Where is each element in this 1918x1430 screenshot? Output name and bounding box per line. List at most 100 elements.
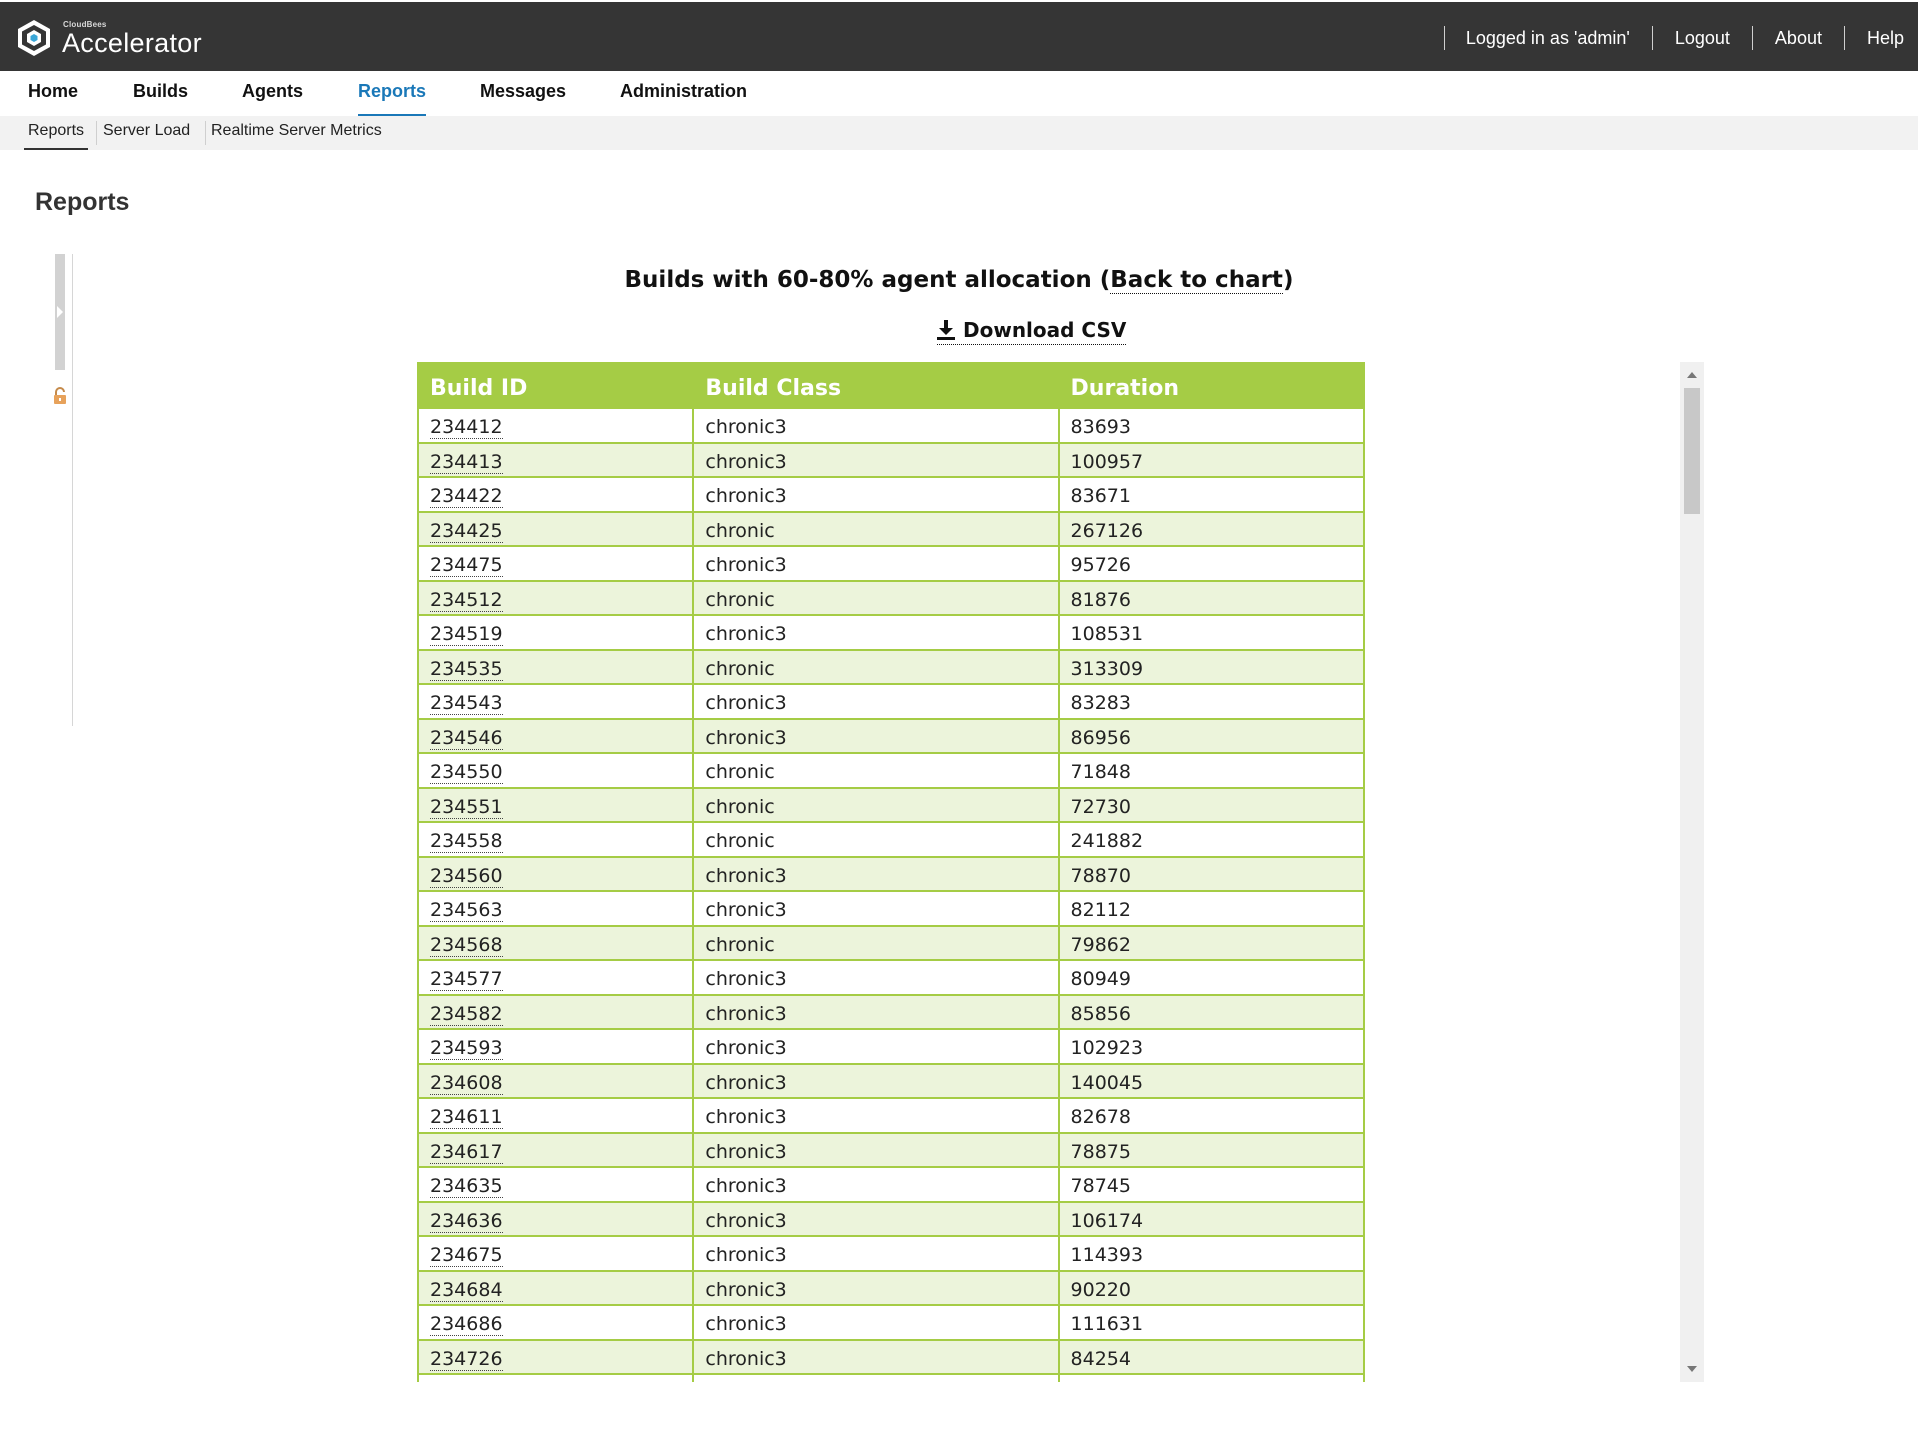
duration-cell: 111631 (1057, 1305, 1366, 1341)
build-id-cell: 234611 (416, 1098, 695, 1134)
nav-reports[interactable]: Reports (358, 71, 427, 116)
table-row: 234636 chronic3 106174 (416, 1201, 1366, 1237)
build-id-link[interactable]: 234684 (430, 1278, 503, 1302)
scroll-up-arrow-icon[interactable] (1687, 372, 1697, 378)
build-id-cell: 234412 (416, 408, 695, 444)
build-id-link[interactable]: 234422 (430, 485, 503, 509)
build-id-cell: 234636 (416, 1201, 695, 1237)
about-link[interactable]: About (1751, 25, 1844, 50)
build-class-cell: chronic (692, 787, 1060, 823)
download-icon (937, 319, 955, 340)
build-id-link[interactable]: 234425 (430, 519, 503, 543)
build-id-link[interactable]: 234413 (430, 450, 503, 474)
build-id-link[interactable]: 234636 (430, 1209, 503, 1233)
column-header-build-id[interactable]: Build ID (416, 362, 694, 409)
unlocked-lock-icon[interactable] (53, 387, 67, 405)
table-row: 234546 chronic3 86956 (416, 718, 1366, 754)
build-class-cell: chronic3 (692, 1167, 1060, 1203)
build-id-link[interactable]: 234551 (430, 795, 503, 819)
build-id-cell: 234617 (416, 1132, 695, 1168)
duration-cell: 106174 (1057, 1201, 1366, 1237)
nav-builds[interactable]: Builds (133, 71, 188, 116)
column-header-build-class[interactable]: Build Class (692, 362, 1060, 409)
back-to-chart-link[interactable]: Back to chart (1110, 267, 1283, 294)
subnav-realtime-server-metrics[interactable]: Realtime Server Metrics (207, 116, 386, 150)
help-link[interactable]: Help (1843, 25, 1918, 50)
table-row: 234412 chronic3 83693 (416, 408, 1366, 444)
column-header-duration[interactable]: Duration (1057, 362, 1366, 409)
report-heading-text: Builds with 60-80% agent allocation ( (624, 267, 1111, 293)
build-id-link[interactable]: 234560 (430, 864, 503, 888)
brand-text: CloudBees Accelerator (62, 16, 222, 60)
user-links: Logged in as 'admin' Logout About Help (1443, 2, 1918, 73)
build-id-link[interactable]: 234563 (430, 899, 503, 923)
build-class-cell: chronic3 (692, 1201, 1060, 1237)
duration-cell: 82678 (1057, 1098, 1366, 1134)
subnav-server-load[interactable]: Server Load (99, 116, 194, 150)
download-csv-label: Download CSV (963, 317, 1127, 342)
table-row: 234425 chronic 267126 (416, 511, 1366, 547)
build-id-link[interactable]: 234535 (430, 657, 503, 681)
build-id-link[interactable]: 234726 (430, 1347, 503, 1371)
table-row: 234519 chronic3 108531 (416, 615, 1366, 651)
build-id-link[interactable]: 234475 (430, 554, 503, 578)
build-id-link[interactable]: 234582 (430, 1002, 503, 1026)
build-id-link[interactable]: 234608 (430, 1071, 503, 1095)
build-id-link[interactable]: 234568 (430, 933, 503, 957)
duration-cell: 90220 (1057, 1270, 1366, 1306)
subnav-reports[interactable]: Reports (24, 116, 89, 150)
scroll-down-arrow-icon[interactable] (1687, 1366, 1697, 1372)
build-id-link[interactable]: 234512 (430, 588, 503, 612)
scrollbar-thumb[interactable] (1684, 388, 1700, 514)
build-id-link[interactable]: 234611 (430, 1106, 503, 1130)
build-class-cell: chronic3 (692, 994, 1060, 1030)
build-id-link[interactable]: 234543 (430, 692, 503, 716)
duration-cell: 241882 (1057, 822, 1366, 858)
build-class-cell: chronic3 (692, 615, 1060, 651)
duration-cell: 267126 (1057, 511, 1366, 547)
build-id-link[interactable]: 234519 (430, 623, 503, 647)
build-id-cell: 234675 (416, 1236, 695, 1272)
build-id-cell: 234684 (416, 1270, 695, 1306)
build-id-cell: 234686 (416, 1305, 695, 1341)
duration-cell: 84254 (1057, 1339, 1366, 1375)
nav-home[interactable]: Home (28, 71, 78, 116)
brand[interactable]: CloudBees Accelerator (14, 16, 222, 60)
build-id-cell: 234560 (416, 856, 695, 892)
vertical-scrollbar[interactable] (1680, 362, 1704, 1382)
report-scroll-area[interactable]: Build ID Build Class Duration 234412 chro… (416, 362, 1708, 1382)
nav-agents[interactable]: Agents (242, 71, 303, 116)
table-row: 234568 chronic 79862 (416, 925, 1366, 961)
build-id-cell: 234568 (416, 925, 695, 961)
build-id-cell: 234577 (416, 960, 695, 996)
build-id-link[interactable]: 234675 (430, 1244, 503, 1268)
build-class-cell: chronic3 (692, 1236, 1060, 1272)
build-id-link[interactable]: 234546 (430, 726, 503, 750)
build-id-link[interactable]: 234686 (430, 1313, 503, 1337)
build-id-cell: 234512 (416, 580, 695, 616)
build-id-link[interactable]: 234558 (430, 830, 503, 854)
build-id-link[interactable]: 234412 (430, 416, 503, 440)
build-id-link[interactable]: 234593 (430, 1037, 503, 1061)
table-body: 234412 chronic3 83693 234413 chronic3 100957 2… (416, 408, 1366, 1382)
nav-administration[interactable]: Administration (620, 71, 747, 116)
subnav-divider (205, 121, 206, 145)
build-id-cell: 234582 (416, 994, 695, 1030)
sub-navigation: Reports Server Load Realtime Server Metr… (0, 116, 1918, 150)
build-id-link[interactable]: 234635 (430, 1175, 503, 1199)
logout-link[interactable]: Logout (1651, 25, 1752, 50)
build-id-link[interactable]: 234550 (430, 761, 503, 785)
table-row: 234551 chronic 72730 (416, 787, 1366, 823)
build-id-cell: 234543 (416, 684, 695, 720)
build-id-link[interactable]: 234577 (430, 968, 503, 992)
duration-cell: 83283 (1057, 684, 1366, 720)
duration-cell: 108531 (1057, 615, 1366, 651)
download-csv-link[interactable]: Download CSV (937, 315, 1127, 345)
build-id-link[interactable]: 234617 (430, 1140, 503, 1164)
build-class-cell: chronic3 (692, 1098, 1060, 1134)
report-heading: Builds with 60-80% agent allocation (Bac… (0, 267, 1918, 294)
build-class-cell: chronic3 (692, 546, 1060, 582)
build-id-cell: 234422 (416, 477, 695, 513)
side-panel-border (72, 254, 73, 726)
nav-messages[interactable]: Messages (480, 71, 566, 116)
